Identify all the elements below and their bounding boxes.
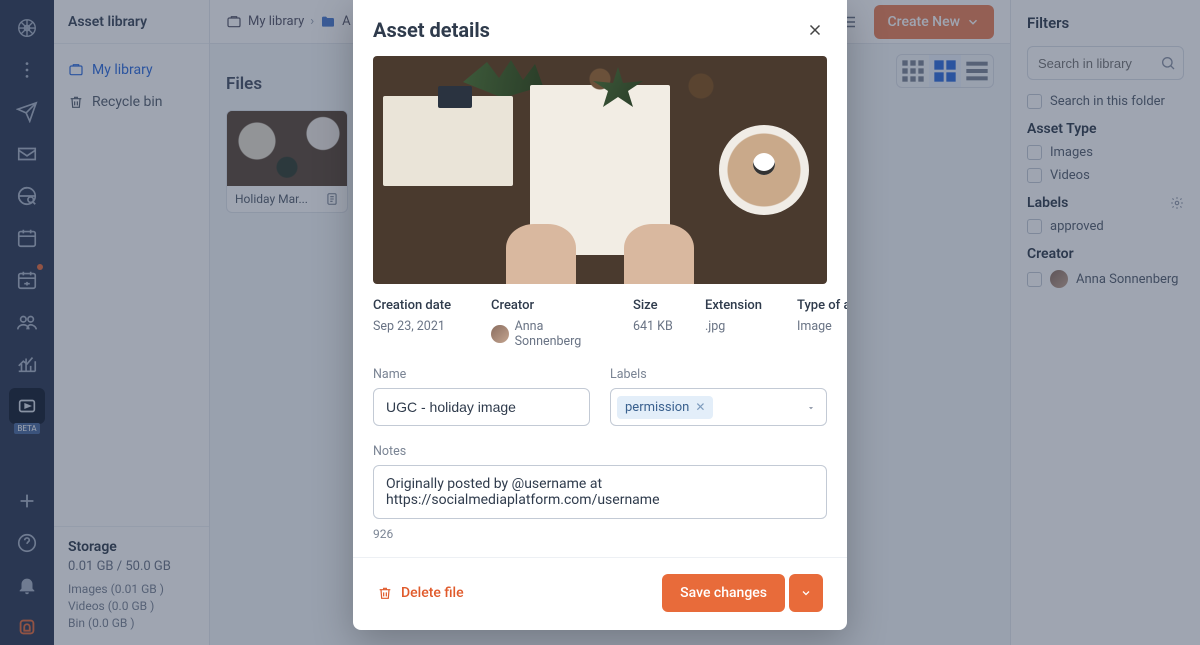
close-icon <box>806 21 824 39</box>
labels-field-wrap: Labels permission ✕ <box>610 367 827 426</box>
caret-down-icon <box>806 403 816 413</box>
meta-size: Size 641 KB <box>633 298 683 349</box>
notes-label: Notes <box>373 444 827 459</box>
meta-extension: Extension .jpg <box>705 298 775 349</box>
avatar <box>491 325 509 343</box>
labels-label: Labels <box>610 367 827 382</box>
asset-preview-image <box>373 56 827 284</box>
modal-footer: Delete file Save changes <box>353 557 847 630</box>
name-label: Name <box>373 367 590 382</box>
notes-textarea[interactable] <box>373 465 827 519</box>
chip-remove-icon[interactable]: ✕ <box>695 400 705 414</box>
save-more-button[interactable] <box>789 574 823 612</box>
close-button[interactable] <box>803 18 827 42</box>
modal-header: Asset details <box>353 0 847 56</box>
label-chip: permission ✕ <box>617 396 713 419</box>
name-field-wrap: Name <box>373 367 590 426</box>
modal-body: Creation date Sep 23, 2021 Creator Anna … <box>353 56 847 557</box>
meta-creation-date: Creation date Sep 23, 2021 <box>373 298 469 349</box>
meta-type: Type of asset Image <box>797 298 847 349</box>
delete-file-button[interactable]: Delete file <box>377 585 464 601</box>
labels-select[interactable]: permission ✕ <box>610 388 827 426</box>
meta-creator: Creator Anna Sonnenberg <box>491 298 611 349</box>
asset-details-modal: Asset details Creation date Sep 23, 2021… <box>353 0 847 630</box>
trash-icon <box>377 585 393 601</box>
chevron-down-icon <box>800 587 812 599</box>
notes-field-wrap: Notes 926 <box>373 444 827 541</box>
meta-row: Creation date Sep 23, 2021 Creator Anna … <box>373 298 827 349</box>
save-changes-button[interactable]: Save changes <box>662 574 785 612</box>
notes-counter: 926 <box>373 527 827 541</box>
name-input[interactable] <box>373 388 590 426</box>
save-group: Save changes <box>662 574 823 612</box>
modal-title: Asset details <box>373 18 490 42</box>
